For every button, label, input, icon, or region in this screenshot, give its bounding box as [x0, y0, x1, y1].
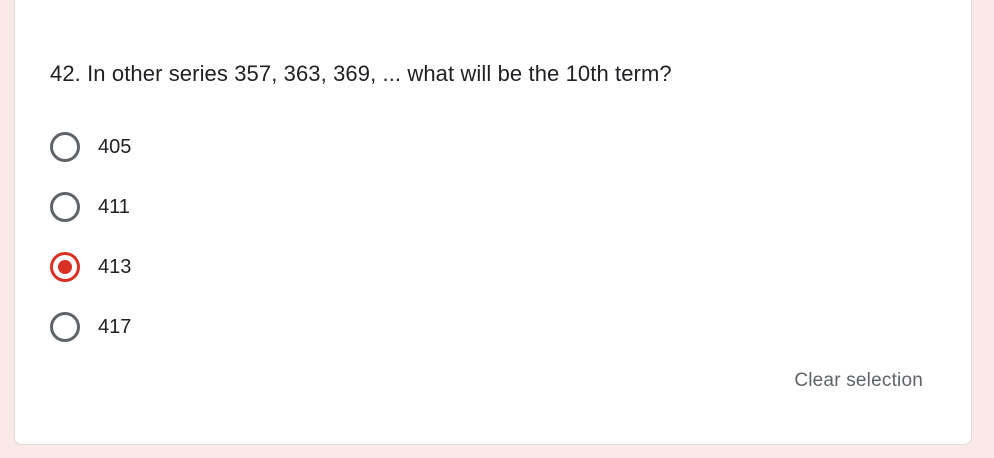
option-417[interactable]: 417: [50, 304, 131, 350]
radio-button-selected-icon[interactable]: [50, 252, 80, 282]
question-card: 42. In other series 357, 363, 369, ... w…: [14, 0, 972, 445]
option-405[interactable]: 405: [50, 124, 131, 170]
option-label: 417: [98, 315, 132, 338]
question-text: 42. In other series 357, 363, 369, ... w…: [50, 61, 672, 86]
option-413[interactable]: 413: [50, 244, 131, 290]
option-label: 413: [98, 255, 132, 278]
option-list: 405 411 413 417: [50, 124, 131, 364]
option-411[interactable]: 411: [50, 184, 131, 230]
radio-button-icon[interactable]: [50, 132, 80, 162]
option-label: 411: [98, 195, 130, 218]
clear-selection-button[interactable]: Clear selection: [794, 370, 923, 392]
radio-button-icon[interactable]: [50, 312, 80, 342]
radio-button-icon[interactable]: [50, 192, 80, 222]
option-label: 405: [98, 135, 132, 158]
